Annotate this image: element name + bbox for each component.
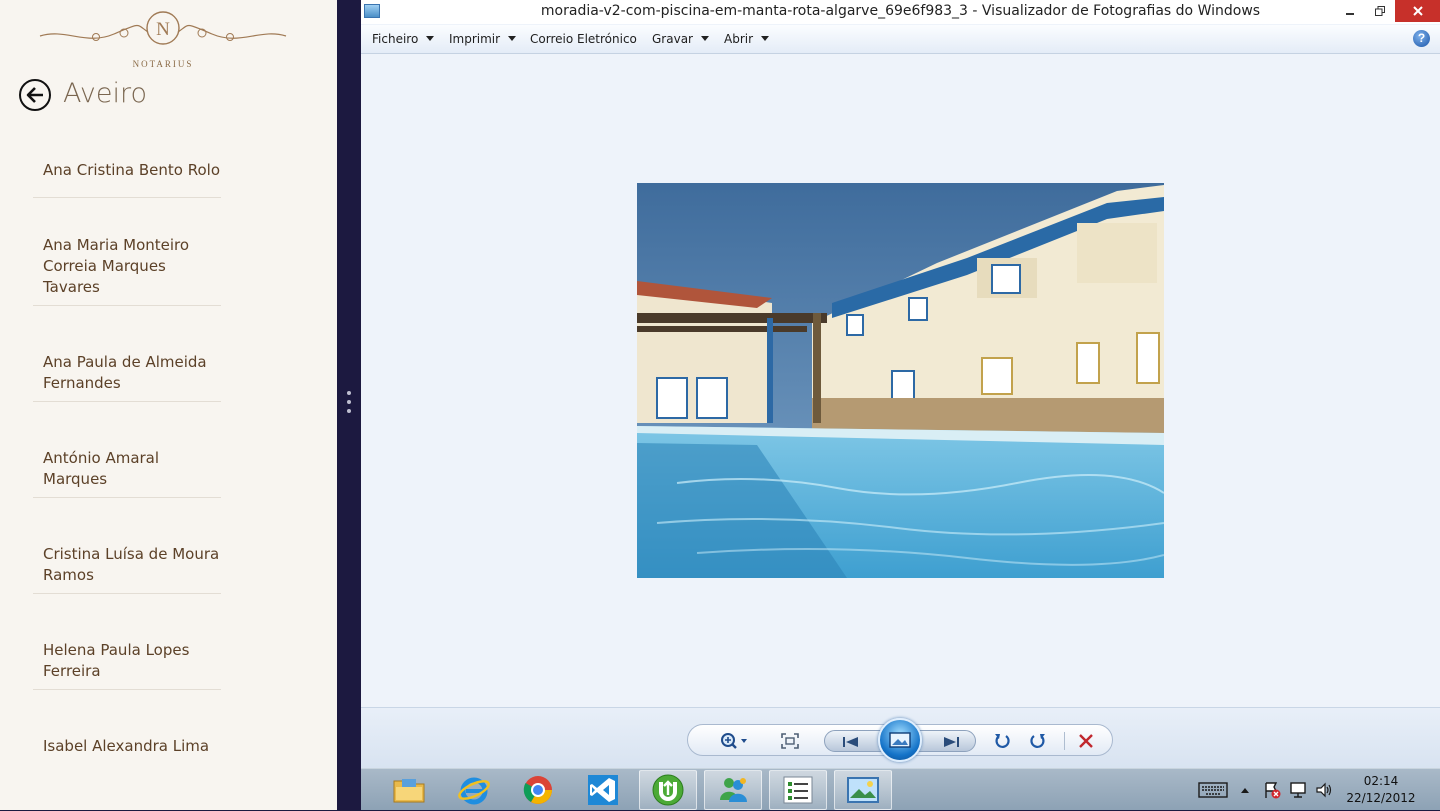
skip-previous-icon [843,737,858,747]
photo-viewer-window: moradia-v2-com-piscina-em-manta-rota-alg… [361,0,1440,768]
title-bar[interactable]: moradia-v2-com-piscina-em-manta-rota-alg… [361,0,1440,24]
taskbar-task-list[interactable] [769,770,827,810]
task-list-icon [783,776,813,804]
chrome-icon [523,776,552,804]
svg-text:N: N [156,19,170,40]
back-button[interactable] [19,79,51,111]
delete-icon [1079,734,1093,748]
actual-size-button[interactable] [776,725,804,757]
slideshow-icon [889,732,911,748]
utorrent-icon [652,774,684,806]
flag-alert-icon [1265,782,1281,799]
menu-bar: Ficheiro Imprimir Correio Eletrónico Gra… [361,25,1440,54]
rotate-counterclockwise-icon [995,734,1010,748]
restore-icon [1375,6,1385,16]
internet-explorer-icon [458,777,490,805]
taskbar-utorrent[interactable] [639,770,697,810]
taskbar-file-explorer[interactable] [380,770,438,810]
notary-item[interactable]: António Amaral Marques [33,448,221,498]
notary-item[interactable]: Ana Paula de Almeida Fernandes [33,352,221,402]
toolbar-divider [1064,732,1065,750]
menu-file[interactable]: Ficheiro [372,32,435,46]
slideshow-button[interactable] [878,718,922,762]
minimize-icon [1346,13,1354,15]
zoom-icon [721,733,747,749]
rotate-left-button[interactable] [990,725,1014,757]
viewer-controls [687,718,1113,762]
image-canvas[interactable] [361,55,1440,707]
file-explorer-icon [393,779,425,803]
notary-item[interactable]: Cristina Luísa de Moura Ramos [33,544,221,594]
speaker-icon [1316,782,1332,798]
show-hidden-icons-button[interactable] [1239,781,1251,799]
menu-email[interactable]: Correio Eletrónico [530,32,637,46]
skip-next-icon [944,737,959,747]
chevron-down-icon [426,36,435,41]
help-icon[interactable]: ? [1413,30,1430,47]
chevron-up-icon [1241,788,1249,793]
taskbar-photo-viewer[interactable] [834,770,892,810]
clock-date: 22/12/2012 [1346,791,1416,805]
chevron-down-icon [761,36,770,41]
touch-keyboard-button[interactable] [1197,781,1229,799]
rotate-clockwise-icon [1030,734,1045,748]
displayed-photo [637,183,1164,578]
notarius-logo: N NOTARIUS [36,6,290,69]
actual-size-icon [781,733,799,749]
system-clock[interactable]: 02:14 22/12/2012 [1346,773,1416,807]
menu-print[interactable]: Imprimir [449,32,517,46]
notary-item[interactable]: Ana Maria Monteiro Correia Marques Tavar… [33,235,221,306]
notarius-app: N NOTARIUS Aveiro Ana Cristina Bento Rol… [0,0,337,810]
network-button[interactable] [1289,781,1307,799]
window-title: moradia-v2-com-piscina-em-manta-rota-alg… [540,3,1261,19]
volume-button[interactable] [1315,781,1333,799]
logo-wordmark: NOTARIUS [132,59,194,69]
rotate-right-button[interactable] [1026,725,1050,757]
photo-viewer-icon [847,777,879,803]
viewer-toolbar [361,707,1440,768]
taskbar-internet-explorer[interactable] [445,770,503,810]
visual-studio-icon [588,775,618,805]
next-button[interactable] [933,726,969,758]
window-controls [1335,0,1440,22]
taskbar-messenger[interactable] [704,770,762,810]
page-title: Aveiro [63,78,148,109]
network-icon [1290,782,1306,798]
zoom-button[interactable] [716,725,754,757]
action-center-button[interactable] [1263,781,1281,799]
delete-button[interactable] [1074,725,1098,757]
chevron-down-icon [700,36,709,41]
windows-live-messenger-icon [720,778,747,802]
previous-button[interactable] [833,726,869,758]
minimize-button[interactable] [1335,0,1365,22]
splitter-grip[interactable] [346,391,352,421]
notary-item[interactable]: Helena Paula Lopes Ferreira [33,640,221,690]
taskbar-visual-studio[interactable] [574,770,632,810]
menu-burn[interactable]: Gravar [652,32,709,46]
arrow-left-icon [26,87,43,103]
restore-button[interactable] [1365,0,1395,22]
keyboard-icon [1198,782,1228,798]
taskbar-chrome[interactable] [509,770,567,810]
close-button[interactable] [1395,0,1440,22]
chevron-down-icon [508,36,517,41]
taskbar: 02:14 22/12/2012 [361,768,1440,810]
notary-item[interactable]: Isabel Alexandra Lima [33,736,221,766]
clock-time: 02:14 [1363,774,1399,788]
notary-item[interactable]: Ana Cristina Bento Rolo [33,160,221,198]
close-icon [1412,6,1423,16]
menu-open[interactable]: Abrir [724,32,770,46]
